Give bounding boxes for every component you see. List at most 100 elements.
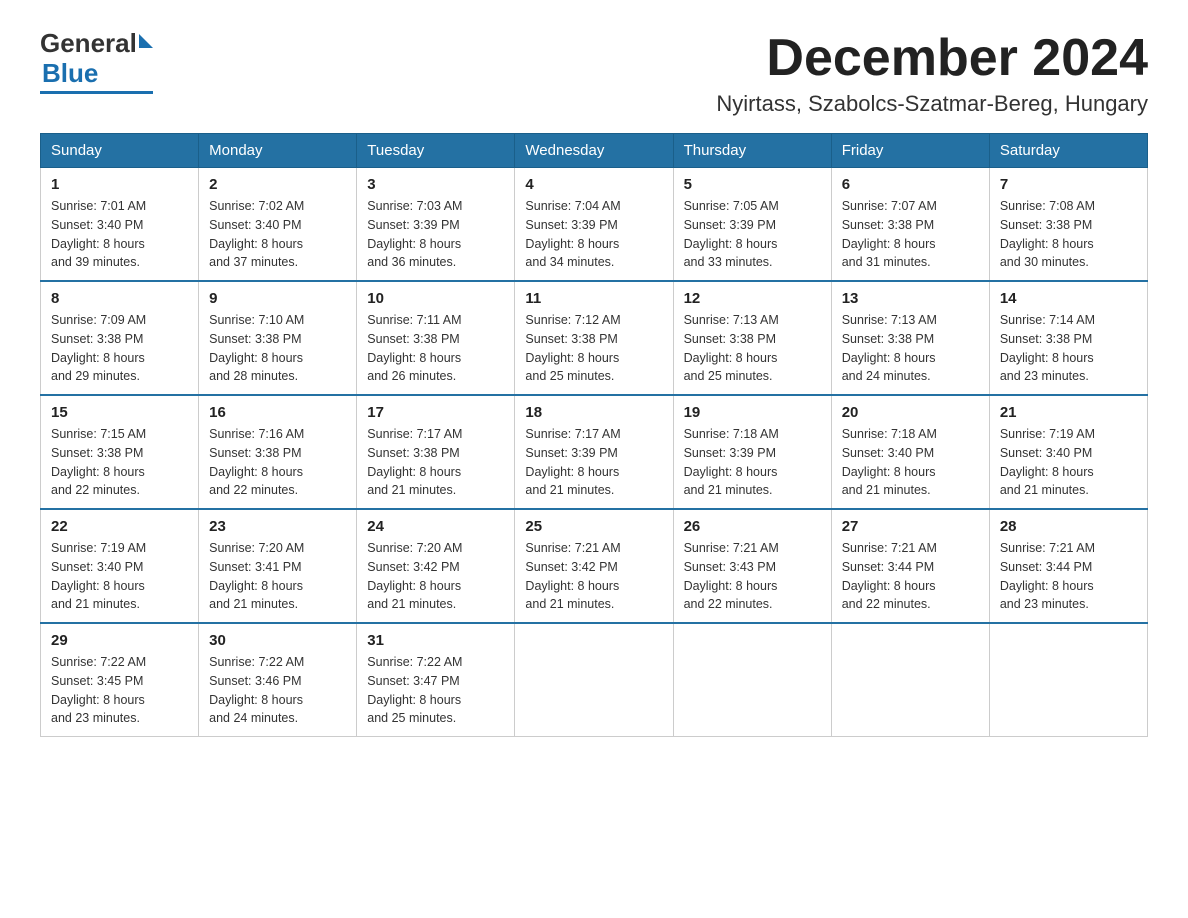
- table-row: 21 Sunrise: 7:19 AMSunset: 3:40 PMDaylig…: [989, 395, 1147, 509]
- day-info: Sunrise: 7:21 AMSunset: 3:44 PMDaylight:…: [842, 541, 937, 611]
- table-row: 24 Sunrise: 7:20 AMSunset: 3:42 PMDaylig…: [357, 509, 515, 623]
- day-number: 12: [684, 290, 821, 307]
- title-area: December 2024 Nyirtass, Szabolcs-Szatmar…: [716, 30, 1148, 117]
- day-number: 1: [51, 176, 188, 193]
- table-row: [831, 623, 989, 737]
- day-number: 7: [1000, 176, 1137, 193]
- table-row: 19 Sunrise: 7:18 AMSunset: 3:39 PMDaylig…: [673, 395, 831, 509]
- day-info: Sunrise: 7:15 AMSunset: 3:38 PMDaylight:…: [51, 427, 146, 497]
- table-row: 9 Sunrise: 7:10 AMSunset: 3:38 PMDayligh…: [199, 281, 357, 395]
- day-number: 10: [367, 290, 504, 307]
- calendar-week-5: 29 Sunrise: 7:22 AMSunset: 3:45 PMDaylig…: [41, 623, 1148, 737]
- table-row: 8 Sunrise: 7:09 AMSunset: 3:38 PMDayligh…: [41, 281, 199, 395]
- day-number: 20: [842, 404, 979, 421]
- table-row: 26 Sunrise: 7:21 AMSunset: 3:43 PMDaylig…: [673, 509, 831, 623]
- day-info: Sunrise: 7:22 AMSunset: 3:47 PMDaylight:…: [367, 655, 462, 725]
- day-info: Sunrise: 7:09 AMSunset: 3:38 PMDaylight:…: [51, 313, 146, 383]
- day-info: Sunrise: 7:16 AMSunset: 3:38 PMDaylight:…: [209, 427, 304, 497]
- calendar-week-2: 8 Sunrise: 7:09 AMSunset: 3:38 PMDayligh…: [41, 281, 1148, 395]
- table-row: 17 Sunrise: 7:17 AMSunset: 3:38 PMDaylig…: [357, 395, 515, 509]
- day-info: Sunrise: 7:13 AMSunset: 3:38 PMDaylight:…: [684, 313, 779, 383]
- day-number: 11: [525, 290, 662, 307]
- table-row: 6 Sunrise: 7:07 AMSunset: 3:38 PMDayligh…: [831, 168, 989, 282]
- table-row: 3 Sunrise: 7:03 AMSunset: 3:39 PMDayligh…: [357, 168, 515, 282]
- table-row: 30 Sunrise: 7:22 AMSunset: 3:46 PMDaylig…: [199, 623, 357, 737]
- day-number: 17: [367, 404, 504, 421]
- day-info: Sunrise: 7:14 AMSunset: 3:38 PMDaylight:…: [1000, 313, 1095, 383]
- table-row: 29 Sunrise: 7:22 AMSunset: 3:45 PMDaylig…: [41, 623, 199, 737]
- day-info: Sunrise: 7:20 AMSunset: 3:42 PMDaylight:…: [367, 541, 462, 611]
- table-row: 31 Sunrise: 7:22 AMSunset: 3:47 PMDaylig…: [357, 623, 515, 737]
- day-number: 9: [209, 290, 346, 307]
- page-title: December 2024: [716, 30, 1148, 87]
- logo-general-text: General: [40, 30, 137, 56]
- day-number: 14: [1000, 290, 1137, 307]
- col-header-wednesday: Wednesday: [515, 134, 673, 168]
- day-info: Sunrise: 7:01 AMSunset: 3:40 PMDaylight:…: [51, 199, 146, 269]
- table-row: 13 Sunrise: 7:13 AMSunset: 3:38 PMDaylig…: [831, 281, 989, 395]
- day-info: Sunrise: 7:07 AMSunset: 3:38 PMDaylight:…: [842, 199, 937, 269]
- day-number: 25: [525, 518, 662, 535]
- day-info: Sunrise: 7:03 AMSunset: 3:39 PMDaylight:…: [367, 199, 462, 269]
- day-info: Sunrise: 7:18 AMSunset: 3:39 PMDaylight:…: [684, 427, 779, 497]
- logo-blue-text: Blue: [42, 58, 98, 89]
- calendar-week-3: 15 Sunrise: 7:15 AMSunset: 3:38 PMDaylig…: [41, 395, 1148, 509]
- day-number: 24: [367, 518, 504, 535]
- day-number: 2: [209, 176, 346, 193]
- table-row: 16 Sunrise: 7:16 AMSunset: 3:38 PMDaylig…: [199, 395, 357, 509]
- table-row: [515, 623, 673, 737]
- day-number: 3: [367, 176, 504, 193]
- table-row: 20 Sunrise: 7:18 AMSunset: 3:40 PMDaylig…: [831, 395, 989, 509]
- day-info: Sunrise: 7:19 AMSunset: 3:40 PMDaylight:…: [51, 541, 146, 611]
- day-number: 16: [209, 404, 346, 421]
- day-number: 8: [51, 290, 188, 307]
- day-number: 31: [367, 632, 504, 649]
- table-row: 5 Sunrise: 7:05 AMSunset: 3:39 PMDayligh…: [673, 168, 831, 282]
- day-number: 18: [525, 404, 662, 421]
- day-info: Sunrise: 7:18 AMSunset: 3:40 PMDaylight:…: [842, 427, 937, 497]
- logo: General Blue: [40, 30, 153, 94]
- page-subtitle: Nyirtass, Szabolcs-Szatmar-Bereg, Hungar…: [716, 91, 1148, 117]
- day-number: 5: [684, 176, 821, 193]
- col-header-saturday: Saturday: [989, 134, 1147, 168]
- table-row: 27 Sunrise: 7:21 AMSunset: 3:44 PMDaylig…: [831, 509, 989, 623]
- table-row: 2 Sunrise: 7:02 AMSunset: 3:40 PMDayligh…: [199, 168, 357, 282]
- table-row: 15 Sunrise: 7:15 AMSunset: 3:38 PMDaylig…: [41, 395, 199, 509]
- table-row: 11 Sunrise: 7:12 AMSunset: 3:38 PMDaylig…: [515, 281, 673, 395]
- table-row: [989, 623, 1147, 737]
- day-info: Sunrise: 7:21 AMSunset: 3:43 PMDaylight:…: [684, 541, 779, 611]
- table-row: 14 Sunrise: 7:14 AMSunset: 3:38 PMDaylig…: [989, 281, 1147, 395]
- day-info: Sunrise: 7:13 AMSunset: 3:38 PMDaylight:…: [842, 313, 937, 383]
- table-row: [673, 623, 831, 737]
- table-row: 12 Sunrise: 7:13 AMSunset: 3:38 PMDaylig…: [673, 281, 831, 395]
- col-header-friday: Friday: [831, 134, 989, 168]
- day-number: 13: [842, 290, 979, 307]
- day-number: 22: [51, 518, 188, 535]
- table-row: 18 Sunrise: 7:17 AMSunset: 3:39 PMDaylig…: [515, 395, 673, 509]
- day-number: 21: [1000, 404, 1137, 421]
- day-info: Sunrise: 7:05 AMSunset: 3:39 PMDaylight:…: [684, 199, 779, 269]
- day-number: 19: [684, 404, 821, 421]
- day-info: Sunrise: 7:21 AMSunset: 3:44 PMDaylight:…: [1000, 541, 1095, 611]
- table-row: 28 Sunrise: 7:21 AMSunset: 3:44 PMDaylig…: [989, 509, 1147, 623]
- table-row: 4 Sunrise: 7:04 AMSunset: 3:39 PMDayligh…: [515, 168, 673, 282]
- day-number: 4: [525, 176, 662, 193]
- calendar-week-4: 22 Sunrise: 7:19 AMSunset: 3:40 PMDaylig…: [41, 509, 1148, 623]
- day-number: 30: [209, 632, 346, 649]
- day-number: 15: [51, 404, 188, 421]
- day-number: 29: [51, 632, 188, 649]
- day-info: Sunrise: 7:17 AMSunset: 3:38 PMDaylight:…: [367, 427, 462, 497]
- table-row: 22 Sunrise: 7:19 AMSunset: 3:40 PMDaylig…: [41, 509, 199, 623]
- day-info: Sunrise: 7:02 AMSunset: 3:40 PMDaylight:…: [209, 199, 304, 269]
- table-row: 1 Sunrise: 7:01 AMSunset: 3:40 PMDayligh…: [41, 168, 199, 282]
- day-info: Sunrise: 7:20 AMSunset: 3:41 PMDaylight:…: [209, 541, 304, 611]
- col-header-sunday: Sunday: [41, 134, 199, 168]
- table-row: 7 Sunrise: 7:08 AMSunset: 3:38 PMDayligh…: [989, 168, 1147, 282]
- calendar-week-1: 1 Sunrise: 7:01 AMSunset: 3:40 PMDayligh…: [41, 168, 1148, 282]
- calendar-table: Sunday Monday Tuesday Wednesday Thursday…: [40, 133, 1148, 737]
- day-info: Sunrise: 7:17 AMSunset: 3:39 PMDaylight:…: [525, 427, 620, 497]
- table-row: 25 Sunrise: 7:21 AMSunset: 3:42 PMDaylig…: [515, 509, 673, 623]
- day-info: Sunrise: 7:08 AMSunset: 3:38 PMDaylight:…: [1000, 199, 1095, 269]
- day-info: Sunrise: 7:04 AMSunset: 3:39 PMDaylight:…: [525, 199, 620, 269]
- day-number: 6: [842, 176, 979, 193]
